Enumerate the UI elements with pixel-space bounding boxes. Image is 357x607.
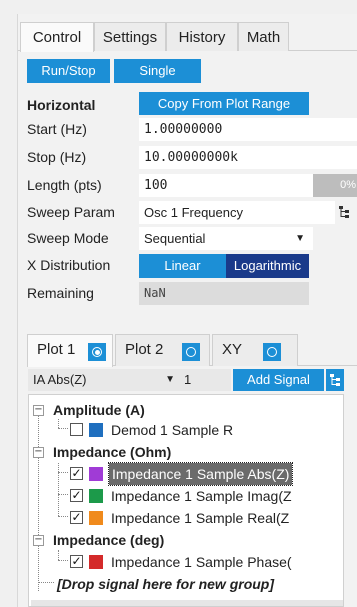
signal-label: Impedance 1 Sample Phase( xyxy=(111,554,292,570)
tab-plot-2[interactable]: Plot 2 xyxy=(115,334,210,366)
horizontal-scrollbar[interactable] xyxy=(31,600,343,606)
tree-group-amplitude[interactable]: − Amplitude (A) xyxy=(29,399,343,421)
sweep-mode-value: Sequential xyxy=(144,231,206,246)
sweep-mode-select[interactable]: Sequential ▼ xyxy=(139,227,313,250)
plot-tab-bar: Plot 1 Plot 2 XY xyxy=(27,331,357,367)
main-tab-bar: Control Settings History Math xyxy=(18,18,357,52)
tab-history[interactable]: History xyxy=(166,22,238,51)
color-swatch xyxy=(89,511,103,525)
tree-group-impedance-deg[interactable]: − Impedance (deg) xyxy=(29,529,343,551)
stop-field[interactable]: 10.00000000k xyxy=(139,146,357,169)
signal-label: Impedance 1 Sample Real(Z xyxy=(111,510,290,526)
run-stop-button[interactable]: Run/Stop xyxy=(27,59,110,83)
color-swatch xyxy=(89,467,103,481)
tree-signal-demod-r[interactable]: Demod 1 Sample R xyxy=(29,419,343,441)
length-field[interactable]: 100 xyxy=(139,174,313,197)
tab-plot-1-label: Plot 1 xyxy=(37,341,76,358)
sweep-param-label: Sweep Param xyxy=(27,204,115,220)
x-distribution-label: X Distribution xyxy=(27,257,111,273)
checkbox-checked[interactable]: ✓ xyxy=(70,489,83,502)
color-swatch xyxy=(89,423,103,437)
single-button[interactable]: Single xyxy=(114,59,201,83)
checkbox[interactable] xyxy=(70,423,83,436)
sweep-mode-label: Sweep Mode xyxy=(27,230,109,246)
x-dist-linear-button[interactable]: Linear xyxy=(139,254,226,278)
color-swatch xyxy=(89,555,103,569)
collapse-icon[interactable]: − xyxy=(33,447,44,458)
horizontal-heading: Horizontal xyxy=(27,97,96,113)
signal-label: Impedance 1 Sample Imag(Z xyxy=(111,488,292,504)
signal-index-select[interactable]: 1 xyxy=(179,369,231,391)
tab-plot-2-label: Plot 2 xyxy=(125,341,164,358)
signal-select[interactable]: IA Abs(Z) ▼ xyxy=(28,369,179,391)
control-panel: Control Settings History Math Run/Stop S… xyxy=(17,14,357,607)
tree-select-icon[interactable] xyxy=(326,369,344,391)
tab-control[interactable]: Control xyxy=(20,22,94,52)
chevron-down-icon: ▼ xyxy=(165,374,175,385)
add-signal-button[interactable]: Add Signal xyxy=(233,369,324,391)
radio-icon[interactable] xyxy=(182,343,200,361)
stop-label: Stop (Hz) xyxy=(27,149,87,165)
tree-group-impedance-ohm[interactable]: − Impedance (Ohm) xyxy=(29,441,343,463)
signal-tree: − Amplitude (A) Demod 1 Sample R − Imped… xyxy=(28,394,344,607)
sweep-param-field[interactable]: Osc 1 Frequency xyxy=(139,201,335,224)
group-label: Amplitude (A) xyxy=(53,402,145,418)
collapse-icon[interactable]: − xyxy=(33,405,44,416)
signal-label: Demod 1 Sample R xyxy=(111,422,234,438)
drop-hint: [Drop signal here for new group] xyxy=(57,576,275,592)
tab-math[interactable]: Math xyxy=(238,22,289,51)
checkbox-checked[interactable]: ✓ xyxy=(70,511,83,524)
tree-signal-impedance-imag[interactable]: ✓ Impedance 1 Sample Imag(Z xyxy=(29,485,343,507)
signal-select-value: IA Abs(Z) xyxy=(33,372,87,387)
tab-xy[interactable]: XY xyxy=(212,334,298,366)
radio-icon[interactable] xyxy=(263,343,281,361)
tab-settings[interactable]: Settings xyxy=(94,22,166,51)
signal-label: Impedance 1 Sample Abs(Z) xyxy=(107,462,294,486)
start-field[interactable]: 1.00000000 xyxy=(139,118,357,141)
copy-from-plot-range-button[interactable]: Copy From Plot Range xyxy=(139,92,309,115)
color-swatch xyxy=(89,489,103,503)
tree-signal-impedance-abs[interactable]: ✓ Impedance 1 Sample Abs(Z) xyxy=(29,462,343,486)
length-progress: 0% xyxy=(313,174,357,197)
radio-selected-icon[interactable] xyxy=(88,343,106,361)
tab-xy-label: XY xyxy=(222,341,243,358)
remaining-field: NaN xyxy=(139,282,309,305)
checkbox-checked[interactable]: ✓ xyxy=(70,467,83,480)
tree-select-icon[interactable] xyxy=(338,205,350,219)
length-label: Length (pts) xyxy=(27,177,102,193)
group-label: Impedance (Ohm) xyxy=(53,444,172,460)
drop-zone[interactable]: [Drop signal here for new group] xyxy=(29,573,343,595)
checkbox-checked[interactable]: ✓ xyxy=(70,555,83,568)
collapse-icon[interactable]: − xyxy=(33,535,44,546)
tree-signal-impedance-phase[interactable]: ✓ Impedance 1 Sample Phase( xyxy=(29,551,343,573)
x-dist-logarithmic-button[interactable]: Logarithmic xyxy=(226,254,309,278)
tree-signal-impedance-real[interactable]: ✓ Impedance 1 Sample Real(Z xyxy=(29,507,343,529)
remaining-label: Remaining xyxy=(27,285,94,301)
group-label: Impedance (deg) xyxy=(53,532,165,548)
start-label: Start (Hz) xyxy=(27,121,87,137)
chevron-down-icon: ▼ xyxy=(295,233,305,244)
tab-plot-1[interactable]: Plot 1 xyxy=(27,334,113,367)
